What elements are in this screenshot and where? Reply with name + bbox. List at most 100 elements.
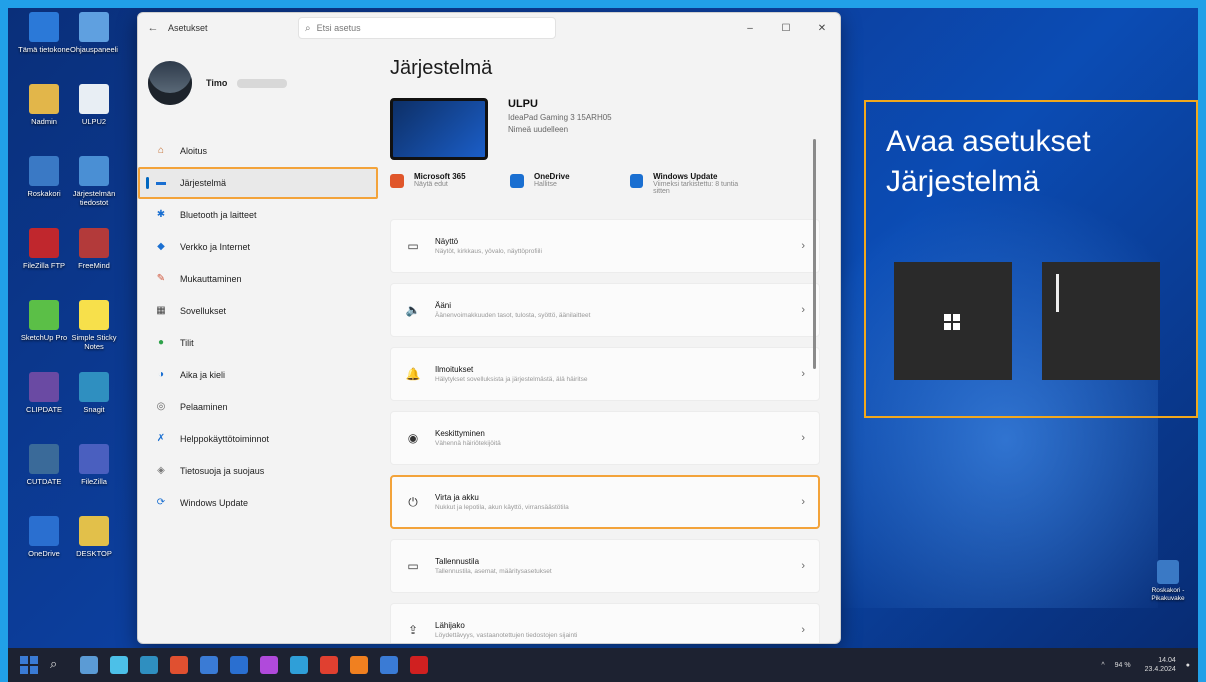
taskbar-search-icon[interactable]: ⌕: [50, 656, 68, 674]
scrollbar[interactable]: [813, 139, 816, 369]
desktop-shortcut[interactable]: OneDrive: [18, 516, 70, 558]
desktop-shortcut-icon: [79, 372, 109, 402]
quick-link[interactable]: OneDrive Hallitse: [510, 172, 630, 195]
desktop-shortcut[interactable]: Ohjauspaneeli: [68, 12, 120, 54]
card-subtitle: Tallennustila, asemat, määritysasetukset: [435, 568, 552, 575]
desktop-shortcut-icon: [29, 84, 59, 114]
update-icon: ⟳: [156, 497, 166, 508]
taskbar-app-icon[interactable]: [230, 656, 248, 674]
card-title: Lähijako: [435, 621, 465, 630]
desktop-shortcut[interactable]: SketchUp Pro: [18, 300, 70, 342]
start-button[interactable]: [20, 656, 38, 674]
desktop-shortcut[interactable]: Snagit: [68, 372, 120, 414]
recycle-bin-shortcut[interactable]: Roskakori - Pikakuvake: [1146, 560, 1190, 603]
sidebar-item-label: Tilit: [180, 338, 194, 348]
card-subtitle: Vähennä häiriötekijöitä: [435, 440, 501, 447]
chevron-right-icon: ›: [801, 368, 805, 380]
settings-card[interactable]: ▭ Näyttö Näytöt, kirkkaus, yövalo, näyttöp…: [390, 219, 820, 273]
desktop-shortcut[interactable]: FileZilla: [68, 444, 120, 486]
taskbar-app-icon[interactable]: [410, 656, 428, 674]
rename-link[interactable]: Nimeä uudelleen: [508, 124, 612, 136]
taskbar-app-icon[interactable]: [380, 656, 398, 674]
chevron-right-icon: ›: [801, 432, 805, 444]
sidebar-item[interactable]: ⌂ Aloitus: [138, 135, 378, 167]
desktop-shortcut[interactable]: DESKTOP: [68, 516, 120, 558]
card-title: Keskittyminen: [435, 429, 485, 438]
settings-card[interactable]: 🔈 Ääni Äänenvoimakkuuden tasot, tulosta, s…: [390, 283, 820, 337]
desktop-shortcut-icon: [79, 300, 109, 330]
taskbar-app-icon[interactable]: [110, 656, 128, 674]
bluetooth-icon: ✱: [156, 209, 166, 220]
maximize-button[interactable]: ☐: [768, 23, 804, 34]
quick-link-subtitle: Näytä edut: [414, 181, 448, 188]
sidebar-item-label: Tietosuoja ja suojaus: [180, 466, 265, 476]
chevron-right-icon: ›: [801, 496, 805, 508]
sidebar-item[interactable]: ◎ Pelaaminen: [138, 391, 378, 423]
close-button[interactable]: ✕: [804, 23, 840, 34]
taskbar-app-icon[interactable]: [140, 656, 158, 674]
battery-percent[interactable]: 94 %: [1115, 662, 1131, 669]
quick-link[interactable]: Windows Update Viimeksi tarkistettu: 8 tu…: [630, 172, 750, 195]
sidebar-item[interactable]: ✎ Mukauttaminen: [138, 263, 378, 295]
desktop-shortcut-label: ULPU2: [81, 117, 107, 126]
taskbar-app-icon[interactable]: [320, 656, 338, 674]
desktop-shortcut[interactable]: Tämä tietokone: [18, 12, 70, 54]
search-input[interactable]: ⌕ Etsi asetus: [298, 17, 556, 39]
desktop-shortcut[interactable]: ULPU2: [68, 84, 120, 126]
desktop-shortcut[interactable]: Nadmin: [18, 84, 70, 126]
sidebar-item[interactable]: ⟳ Windows Update: [138, 487, 378, 519]
settings-card[interactable]: ⏻ Virta ja akku Nukkut ja lepotila, akun k…: [390, 475, 820, 529]
sidebar-item[interactable]: ◆ Verkko ja Internet: [138, 231, 378, 263]
desktop-shortcut[interactable]: Simple Sticky Notes: [68, 300, 120, 351]
desktop-shortcut-icon: [29, 12, 59, 42]
tray-chevron-icon[interactable]: ^: [1101, 662, 1104, 669]
taskbar-app-icon[interactable]: [260, 656, 278, 674]
settings-card[interactable]: ⇪ Lähijako Löydettävyys, vastaanotettujen …: [390, 603, 820, 643]
profile[interactable]: Timo: [138, 43, 378, 123]
desktop-shortcut-icon: [79, 444, 109, 474]
back-arrow-icon[interactable]: ←: [138, 22, 168, 34]
sidebar-item[interactable]: ✱ Bluetooth ja laitteet: [138, 199, 378, 231]
sidebar-item[interactable]: ● Tilit: [138, 327, 378, 359]
sidebar-item[interactable]: ▬ Järjestelmä: [138, 167, 378, 199]
desktop-shortcut-icon: [29, 444, 59, 474]
sidebar-item[interactable]: ◈ Tietosuoja ja suojaus: [138, 455, 378, 487]
settings-card[interactable]: ▭ Tallennustila Tallennustila, asemat, mää…: [390, 539, 820, 593]
desktop-shortcut[interactable]: Järjestelmän tiedostot: [68, 156, 120, 207]
window-controls: – ☐ ✕: [732, 23, 840, 34]
apps-icon: ▦: [156, 305, 166, 316]
clock-date: 23.4.2024: [1144, 666, 1176, 673]
sidebar-item-label: Helppokäyttötoiminnot: [180, 434, 270, 444]
clock[interactable]: 14.04 23.4.2024: [1145, 656, 1176, 674]
minimize-button[interactable]: –: [732, 23, 768, 34]
taskbar-app-icon[interactable]: [170, 656, 188, 674]
taskbar-app-icon[interactable]: [200, 656, 218, 674]
quick-link-icon: [630, 174, 644, 188]
taskbar-app-icon[interactable]: [290, 656, 308, 674]
sidebar-item[interactable]: ▦ Sovellukset: [138, 295, 378, 327]
desktop-shortcut-label: Roskakori: [27, 189, 61, 198]
settings-card[interactable]: 🔔 Ilmoitukset Hälytykset sovelluksista ja …: [390, 347, 820, 401]
desktop-shortcut[interactable]: CLIPDATE: [18, 372, 70, 414]
desktop-shortcut-label: Snagit: [83, 405, 105, 414]
taskbar-app-icon[interactable]: [80, 656, 98, 674]
desktop-shortcut[interactable]: CUTDATE: [18, 444, 70, 486]
accessibility-icon: ✗: [156, 433, 166, 444]
desktop-shortcut-icon: [79, 84, 109, 114]
sidebar-item[interactable]: ◑ Aika ja kieli: [138, 359, 378, 391]
quick-link[interactable]: Microsoft 365 Näytä edut: [390, 172, 510, 195]
desktop-shortcut[interactable]: FreeMind: [68, 228, 120, 270]
sidebar-item-label: Pelaaminen: [180, 402, 228, 412]
desktop-shortcut-icon: [79, 516, 109, 546]
desktop-shortcut[interactable]: FileZilla FTP: [18, 228, 70, 270]
desktop-shortcut-label: Nadmin: [31, 117, 57, 126]
sidebar-item-label: Verkko ja Internet: [180, 242, 251, 252]
notification-icon[interactable]: ●: [1186, 662, 1190, 669]
system-icon: ▬: [156, 177, 166, 188]
settings-card[interactable]: ◉ Keskittyminen Vähennä häiriötekijöitä ›: [390, 411, 820, 465]
sidebar-item[interactable]: ✗ Helppokäyttötoiminnot: [138, 423, 378, 455]
card-subtitle: Näytöt, kirkkaus, yövalo, näyttöprofiili: [435, 248, 542, 255]
taskbar-app-icon[interactable]: [350, 656, 368, 674]
desktop-shortcut[interactable]: Roskakori: [18, 156, 70, 198]
quick-link-subtitle: Hallitse: [534, 181, 557, 188]
